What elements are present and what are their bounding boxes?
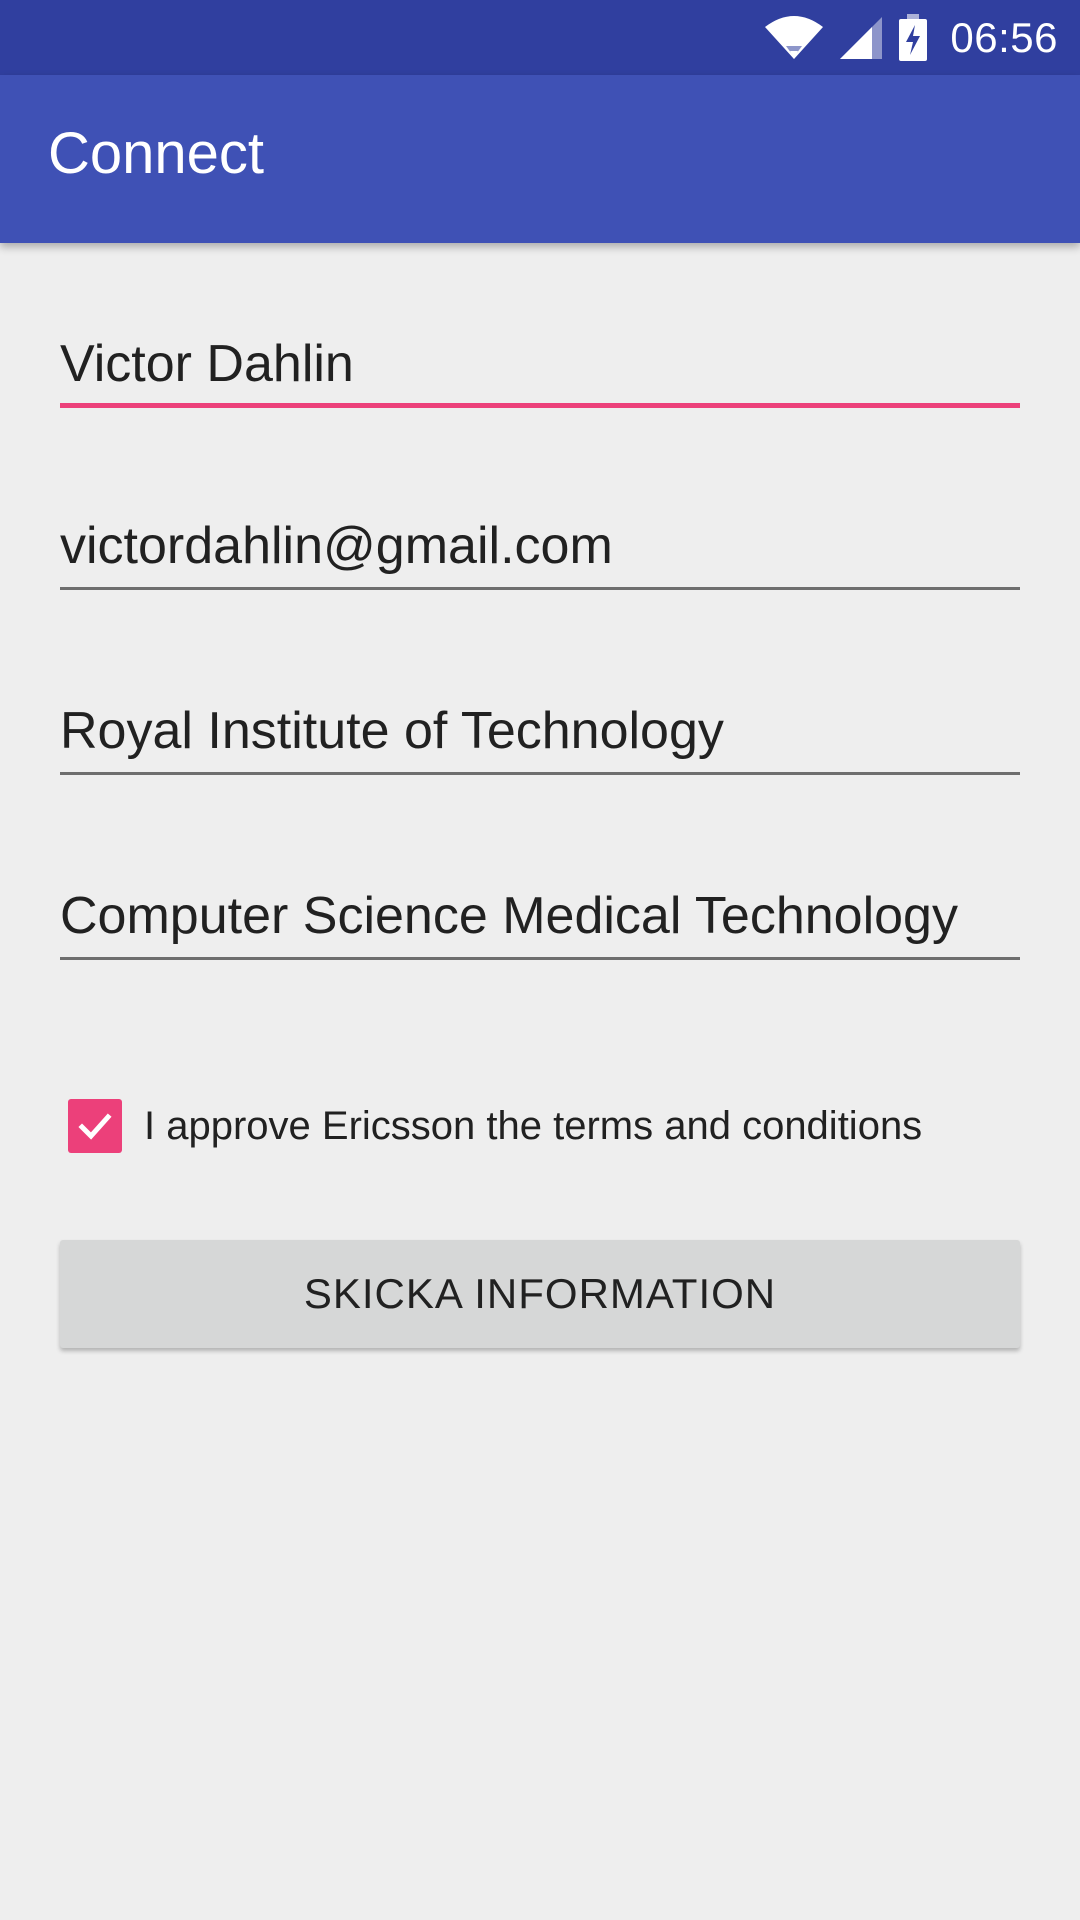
email-field-underline xyxy=(60,587,1020,590)
terms-checkbox-row[interactable]: I approve Ericsson the terms and conditi… xyxy=(68,1098,922,1154)
status-icons: 06:56 xyxy=(764,0,1058,75)
status-bar: 06:56 xyxy=(0,0,1080,75)
battery-charging-icon xyxy=(899,13,928,61)
name-field-underline xyxy=(60,403,1020,408)
submit-button[interactable]: SKICKA INFORMATION xyxy=(60,1240,1020,1348)
school-input[interactable]: Royal Institute of Technology xyxy=(60,705,1020,757)
email-field[interactable]: victordahlin@gmail.com xyxy=(60,480,1020,590)
terms-checkbox[interactable] xyxy=(68,1099,122,1153)
wifi-icon xyxy=(765,15,824,59)
status-time: 06:56 xyxy=(950,13,1058,61)
school-field[interactable]: Royal Institute of Technology xyxy=(60,665,1020,775)
signal-icon xyxy=(840,16,883,59)
app-bar: Connect xyxy=(0,75,1080,243)
submit-button-label: SKICKA INFORMATION xyxy=(303,1270,777,1317)
checkmark-icon xyxy=(78,1113,112,1140)
name-input[interactable]: Victor Dahlin xyxy=(60,338,1020,390)
program-field-underline xyxy=(60,957,1020,960)
program-input[interactable]: Computer Science Medical Technology xyxy=(60,890,1020,942)
terms-label: I approve Ericsson the terms and conditi… xyxy=(144,1103,923,1148)
school-field-underline xyxy=(60,772,1020,775)
page-title: Connect xyxy=(48,121,265,186)
email-input[interactable]: victordahlin@gmail.com xyxy=(60,520,1020,572)
name-field[interactable]: Victor Dahlin xyxy=(60,298,1020,408)
program-field[interactable]: Computer Science Medical Technology xyxy=(60,850,1020,960)
